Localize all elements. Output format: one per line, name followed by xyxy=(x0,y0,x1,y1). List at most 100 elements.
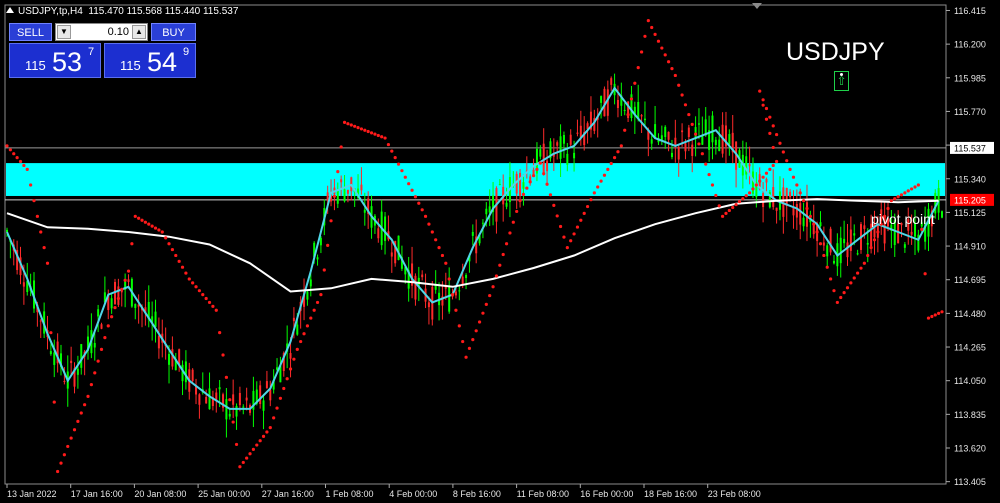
parabolic-sar-dot xyxy=(589,198,593,202)
candle-body xyxy=(832,260,835,264)
candle-body xyxy=(863,225,866,229)
candle-body xyxy=(829,228,832,253)
y-axis-tick-label: 116.200 xyxy=(954,40,986,50)
parabolic-sar-dot xyxy=(538,161,542,165)
candle-body xyxy=(711,115,714,143)
sell-button[interactable]: SELL xyxy=(9,23,52,41)
parabolic-sar-dot xyxy=(785,159,789,163)
parabolic-sar-dot xyxy=(663,53,667,57)
parabolic-sar-dot xyxy=(400,169,404,173)
y-axis-tick-label: 115.770 xyxy=(954,107,986,117)
lot-increase-icon[interactable]: ▲ xyxy=(132,25,146,39)
y-axis-tick-label: 114.265 xyxy=(954,343,986,353)
parabolic-sar-dot xyxy=(829,277,833,281)
parabolic-sar-dot xyxy=(177,259,181,263)
candle-body xyxy=(539,149,542,157)
parabolic-sar-dot xyxy=(467,346,472,351)
y-axis-tick-label: 114.050 xyxy=(954,376,986,386)
parabolic-sar-dot xyxy=(778,141,782,145)
buy-price-main: 54 xyxy=(147,47,178,77)
parabolic-sar-dot xyxy=(309,316,313,320)
y-axis-tick-label: 115.985 xyxy=(954,73,986,83)
parabolic-sar-dot xyxy=(805,206,809,211)
parabolic-sar-dot xyxy=(180,265,185,269)
parabolic-sar-dot xyxy=(302,332,306,336)
parabolic-sar-dot xyxy=(336,169,340,174)
parabolic-sar-dot xyxy=(474,329,478,333)
parabolic-sar-dot xyxy=(184,271,188,275)
candle-body xyxy=(681,130,684,133)
candle-body xyxy=(63,380,66,382)
parabolic-sar-dot xyxy=(518,199,522,203)
lot-size-value[interactable]: 0.10 xyxy=(74,24,129,40)
lot-size-field[interactable]: ▼ 0.10 ▲ xyxy=(55,23,148,41)
parabolic-sar-dot xyxy=(585,204,590,209)
candle-body xyxy=(242,406,245,408)
parabolic-sar-dot xyxy=(886,206,890,211)
parabolic-sar-dot xyxy=(859,266,863,270)
candle-body xyxy=(654,124,657,138)
candle-body xyxy=(465,274,468,279)
parabolic-sar-dot xyxy=(143,220,147,224)
candle-body xyxy=(80,344,83,368)
parabolic-sar-dot xyxy=(818,242,823,246)
parabolic-sar-dot xyxy=(866,253,870,258)
parabolic-sar-dot xyxy=(758,89,762,93)
candle-body xyxy=(289,353,292,359)
candle-body xyxy=(269,389,272,401)
parabolic-sar-dot xyxy=(96,359,100,363)
parabolic-sar-dot xyxy=(339,145,343,149)
candle-body xyxy=(556,142,559,146)
parabolic-sar-dot xyxy=(380,135,384,139)
parabolic-sar-dot xyxy=(383,136,387,140)
parabolic-sar-dot xyxy=(231,420,235,424)
parabolic-sar-dot xyxy=(660,46,664,50)
parabolic-sar-dot xyxy=(461,339,465,344)
parabolic-sar-dot xyxy=(690,122,694,126)
parabolic-sar-dot xyxy=(457,324,461,328)
chart-shift-marker-icon[interactable] xyxy=(752,3,762,9)
open-price: 115.470 xyxy=(88,6,124,17)
parabolic-sar-dot xyxy=(234,442,239,447)
parabolic-sar-dot xyxy=(288,367,293,371)
parabolic-sar-dot xyxy=(79,411,83,415)
parabolic-sar-dot xyxy=(623,128,627,132)
buy-button[interactable]: BUY xyxy=(151,23,196,41)
parabolic-sar-dot xyxy=(609,161,613,166)
buy-price-display[interactable]: 115 54 9 xyxy=(104,43,196,78)
lot-decrease-icon[interactable]: ▼ xyxy=(57,25,71,39)
triangle-up-icon xyxy=(6,7,14,13)
candle-body xyxy=(97,309,100,317)
parabolic-sar-dot xyxy=(646,19,650,23)
candle-body xyxy=(765,178,768,183)
candle-body xyxy=(127,279,130,282)
candle-body xyxy=(461,276,464,285)
parabolic-sar-dot xyxy=(697,142,701,146)
parabolic-sar-dot xyxy=(761,175,765,179)
parabolic-sar-dot xyxy=(714,193,718,198)
candle-body xyxy=(427,302,430,308)
parabolic-sar-dot xyxy=(515,209,519,214)
parabolic-sar-dot xyxy=(241,460,245,465)
candle-body xyxy=(789,191,792,198)
parabolic-sar-dot xyxy=(157,228,161,232)
parabolic-sar-dot xyxy=(251,447,256,451)
parabolic-sar-dot xyxy=(150,224,154,228)
parabolic-sar-dot xyxy=(653,32,657,36)
parabolic-sar-dot xyxy=(32,199,36,203)
x-axis-tick-label: 1 Feb 08:00 xyxy=(326,489,374,499)
close-price: 115.537 xyxy=(202,6,239,17)
candle-body xyxy=(856,253,859,255)
sell-price-display[interactable]: 115 53 7 xyxy=(9,43,101,78)
candle-body xyxy=(218,387,221,390)
parabolic-sar-dot xyxy=(606,167,610,171)
x-axis-tick-label: 27 Jan 16:00 xyxy=(262,489,314,499)
parabolic-sar-dot xyxy=(5,144,9,148)
buy-price-prefix: 115 xyxy=(120,58,141,73)
parabolic-sar-dot xyxy=(775,159,779,164)
parabolic-sar-dot xyxy=(464,355,468,359)
x-axis-tick-label: 8 Feb 16:00 xyxy=(453,489,501,499)
parabolic-sar-dot xyxy=(224,375,229,379)
parabolic-sar-dot xyxy=(501,252,505,257)
candle-body xyxy=(134,303,137,309)
